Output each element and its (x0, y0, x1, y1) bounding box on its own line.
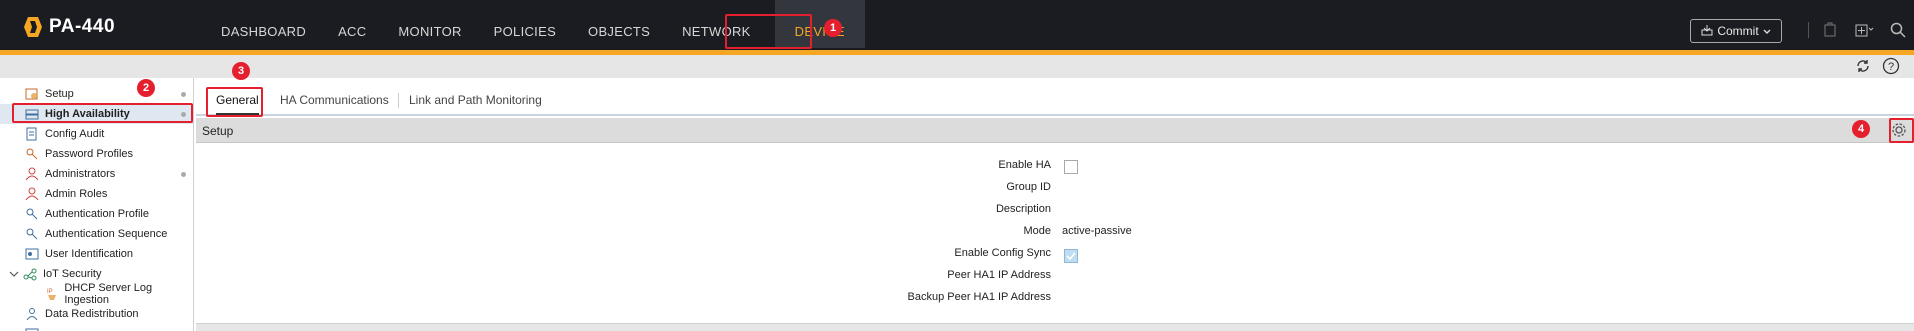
field-label: Backup Peer HA1 IP Address (907, 291, 1052, 303)
authentication-profile-icon (24, 207, 40, 221)
data-redistribution-icon (24, 307, 40, 321)
admin-roles-icon (24, 187, 40, 201)
panel-title: Setup (202, 124, 234, 138)
sidebar-item-setup[interactable]: Setup (0, 84, 193, 104)
annotation-marker: 1 (824, 19, 842, 37)
next-section-header (196, 323, 1914, 331)
mode-value: active-passive (1062, 225, 1132, 237)
nav-policies[interactable]: POLICIES (478, 0, 572, 50)
annotation-marker: 4 (1852, 120, 1870, 138)
sub-toolbar: ? (0, 55, 1914, 78)
checkmark-icon (1066, 252, 1076, 261)
status-dot (181, 92, 186, 97)
sidebar-item-admin-roles[interactable]: Admin Roles (0, 184, 193, 204)
sidebar-item-label: User Identification (45, 248, 134, 260)
sidebar-item-label: Password Profiles (45, 148, 134, 160)
sidebar-item-password-profiles[interactable]: Password Profiles (0, 144, 193, 164)
tab-link-and-path-monitoring[interactable]: Link and Path Monitoring (409, 93, 542, 107)
group-id-row: Group ID (196, 178, 1296, 198)
mode-row: Mode active-passive (196, 222, 1296, 242)
peer-ha1-ip-row: Peer HA1 IP Address (196, 266, 1296, 286)
annotation-marker: 2 (137, 79, 155, 97)
config-tasks-icon[interactable] (1854, 20, 1874, 40)
nav-dashboard[interactable]: DASHBOARD (205, 0, 322, 50)
sidebar-item-label: Authentication Sequence (45, 228, 168, 240)
logo: PA-440 (24, 16, 115, 38)
sidebar-item-label: Authentication Profile (45, 208, 149, 220)
annotation-box-device (725, 14, 812, 49)
annotation-box-high-availability (12, 103, 193, 123)
annotation-box-general-tab (206, 87, 263, 117)
commit-icon (1701, 24, 1713, 39)
setup-icon (24, 87, 40, 101)
annotation-box-gear (1889, 118, 1914, 143)
chevron-down-icon[interactable] (8, 267, 20, 281)
authentication-sequence-icon (24, 227, 40, 241)
lock-config-icon[interactable] (1820, 20, 1840, 40)
field-label: Group ID (1006, 181, 1051, 193)
field-label: Enable Config Sync (954, 247, 1051, 259)
sidebar-item-administrators[interactable]: Administrators (0, 164, 193, 184)
sidebar-item-user-identification[interactable]: User Identification (0, 244, 193, 264)
dhcp-icon: IP (44, 287, 59, 301)
top-navigation-bar: PA-440 DASHBOARD ACC MONITOR POLICIES OB… (0, 0, 1914, 50)
sidebar-item-label: IoT Security (43, 268, 102, 280)
enable-ha-row: Enable HA (196, 156, 1296, 176)
nav-monitor[interactable]: MONITOR (382, 0, 477, 50)
status-dot (181, 172, 186, 177)
chevron-down-icon (1763, 24, 1771, 38)
description-row: Description (196, 200, 1296, 220)
enable-config-sync-checkbox[interactable] (1064, 249, 1078, 263)
config-audit-icon (24, 127, 40, 141)
field-label: Mode (1023, 225, 1051, 237)
sidebar-item-label: Administrators (45, 168, 116, 180)
sidebar-item-data-redistribution[interactable]: Data Redistribution (0, 304, 193, 324)
svg-text:?: ? (1888, 61, 1894, 73)
nav-acc[interactable]: ACC (322, 0, 382, 50)
iot-security-icon (22, 267, 38, 281)
enable-config-sync-row: Enable Config Sync (196, 244, 1296, 264)
field-label: Description (995, 203, 1051, 215)
sidebar-item-authentication-profile[interactable]: Authentication Profile (0, 204, 193, 224)
setup-panel-header: Setup (196, 118, 1914, 143)
field-label: Enable HA (998, 159, 1051, 171)
search-icon[interactable] (1888, 20, 1908, 40)
field-label: Peer HA1 IP Address (947, 269, 1051, 281)
backup-peer-ha1-ip-row: Backup Peer HA1 IP Address (196, 288, 1296, 308)
sidebar-item-dhcp-server-log-ingestion[interactable]: IP DHCP Server Log Ingestion (0, 282, 193, 306)
sidebar-item-iot-security[interactable]: IoT Security (0, 264, 193, 284)
paloalto-logo-icon (24, 17, 42, 37)
svg-text:IP: IP (47, 289, 53, 295)
sidebar-item-label: Admin Roles (45, 188, 108, 200)
user-identification-icon (24, 247, 40, 261)
annotation-marker: 3 (232, 62, 250, 80)
tab-bar: General HA Communications Link and Path … (196, 78, 1914, 116)
enable-ha-checkbox[interactable] (1064, 160, 1078, 174)
administrators-icon (24, 167, 40, 181)
partial-item-icon (24, 327, 40, 331)
nav-objects[interactable]: OBJECTS (572, 0, 666, 50)
app-title: PA-440 (49, 16, 116, 37)
toolbar-icons (1808, 20, 1908, 40)
sidebar-item-label: Setup (45, 88, 74, 100)
tab-ha-communications[interactable]: HA Communications (280, 93, 389, 107)
password-profiles-icon (24, 147, 40, 161)
refresh-icon[interactable] (1854, 57, 1872, 75)
sidebar-item-config-audit[interactable]: Config Audit (0, 124, 193, 144)
sidebar-item-label: Data Redistribution (45, 308, 139, 320)
tab-divider (398, 93, 399, 108)
commit-label: Commit (1717, 24, 1759, 38)
sidebar-item-partial (0, 324, 193, 331)
commit-button[interactable]: Commit (1690, 19, 1782, 43)
sidebar-item-authentication-sequence[interactable]: Authentication Sequence (0, 224, 193, 244)
sidebar-item-label: Config Audit (45, 128, 105, 140)
help-icon[interactable]: ? (1882, 57, 1900, 75)
sidebar-item-label: DHCP Server Log Ingestion (64, 282, 153, 306)
